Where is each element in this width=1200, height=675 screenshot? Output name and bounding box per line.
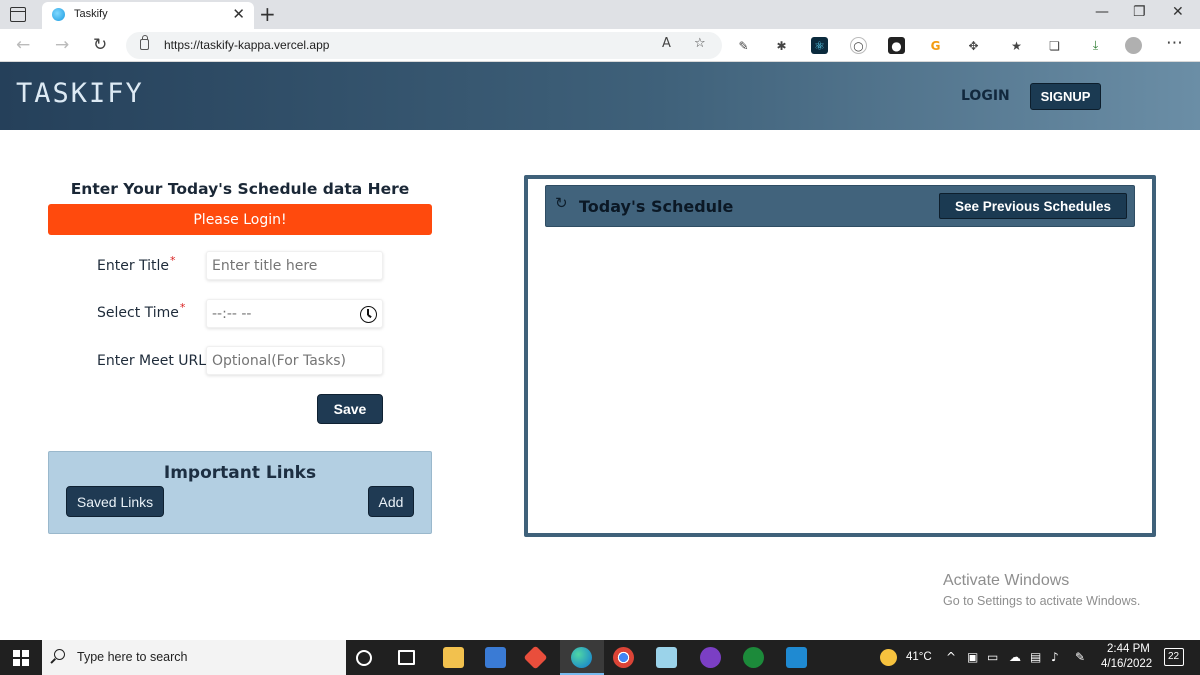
schedule-title: Today's Schedule	[579, 197, 734, 216]
git-icon[interactable]	[523, 645, 548, 670]
browser-tab-strip: Taskify ✕ + — ❐ ✕	[0, 0, 1200, 29]
vscode-icon[interactable]	[786, 647, 807, 668]
schedule-header: ↻ Today's Schedule See Previous Schedule…	[545, 185, 1135, 227]
task-view-icon[interactable]	[398, 650, 415, 665]
edge-taskbar-active[interactable]	[560, 640, 604, 675]
tab-title: Taskify	[74, 8, 108, 20]
activate-windows-subtitle: Go to Settings to activate Windows.	[943, 594, 1141, 608]
onedrive-icon[interactable]: ☁	[1009, 650, 1021, 664]
refresh-icon[interactable]: ↻	[555, 194, 568, 212]
browser-tab-taskify[interactable]: Taskify ✕	[42, 2, 254, 29]
windows-start-icon[interactable]	[13, 650, 29, 666]
clock-icon[interactable]	[360, 306, 377, 323]
tab-actions-icon[interactable]	[10, 7, 26, 22]
github-desktop-icon[interactable]	[700, 647, 721, 668]
extensions-icon[interactable]: ✥	[965, 37, 982, 54]
taskbar-search[interactable]: Type here to search	[42, 640, 346, 675]
battery-icon[interactable]: ▭	[987, 650, 998, 664]
browser-toolbar: ← → ↻ https://taskify-kappa.vercel.app A…	[0, 29, 1200, 62]
weather-icon[interactable]	[880, 649, 897, 666]
lock-icon[interactable]	[140, 35, 149, 50]
activate-windows-title: Activate Windows	[943, 572, 1070, 589]
github-extension-icon[interactable]: ●	[888, 37, 905, 54]
meet-url-placeholder: Optional(For Tasks)	[212, 353, 346, 369]
back-button[interactable]: ←	[16, 35, 30, 55]
minimize-button[interactable]: —	[1095, 4, 1109, 20]
read-aloud-icon[interactable]: A	[662, 36, 671, 51]
edge-icon	[571, 647, 592, 668]
chrome-icon[interactable]	[613, 647, 634, 668]
microsoft-store-icon[interactable]	[485, 647, 506, 668]
grammar-extension-icon[interactable]: G	[927, 37, 944, 54]
saved-links-button[interactable]: Saved Links	[66, 486, 164, 517]
schedule-panel: ↻ Today's Schedule See Previous Schedule…	[524, 175, 1156, 537]
time-input[interactable]: --:-- --	[206, 299, 383, 328]
time-label: Select Time*	[97, 301, 186, 321]
pen-icon[interactable]: ✎	[1075, 650, 1085, 664]
notification-count: 22	[1168, 651, 1180, 662]
signup-button[interactable]: SIGNUP	[1030, 83, 1101, 110]
title-input-placeholder: Enter title here	[212, 258, 318, 274]
restore-button[interactable]: ❐	[1133, 4, 1146, 20]
weather-temperature[interactable]: 41°C	[906, 651, 932, 663]
notifications-icon[interactable]: 22	[1164, 648, 1184, 666]
form-heading: Enter Your Today's Schedule data Here	[70, 180, 410, 198]
title-label: Enter Title*	[97, 254, 176, 274]
bug-extension-icon[interactable]: ✱	[773, 37, 790, 54]
important-links-title: Important Links	[163, 463, 317, 483]
address-bar[interactable]: https://taskify-kappa.vercel.app A ☆	[126, 32, 722, 59]
new-tab-button[interactable]: +	[259, 2, 276, 26]
color-picker-extension-icon[interactable]: ✎	[735, 37, 752, 54]
meet-url-label: Enter Meet URL	[97, 353, 207, 369]
downloads-icon[interactable]: ⤓	[1087, 37, 1104, 54]
file-explorer-icon[interactable]	[443, 647, 464, 668]
close-window-button[interactable]: ✕	[1172, 4, 1184, 20]
settings-menu-button[interactable]: ⋯	[1166, 33, 1183, 53]
save-button[interactable]: Save	[317, 394, 383, 424]
collections-icon[interactable]: ❏	[1046, 37, 1063, 54]
login-alert: Please Login!	[48, 204, 432, 235]
taskbar-search-placeholder: Type here to search	[77, 650, 188, 664]
add-link-button[interactable]: Add	[368, 486, 414, 517]
previous-schedules-button[interactable]: See Previous Schedules	[939, 193, 1127, 219]
mongodb-icon[interactable]	[743, 647, 764, 668]
forward-button[interactable]: →	[55, 35, 69, 55]
clock-date[interactable]: 4/16/2022	[1101, 658, 1152, 670]
time-input-placeholder: --:-- --	[212, 306, 252, 322]
brand-logo[interactable]: TASKIFY	[16, 78, 144, 109]
url-text[interactable]: https://taskify-kappa.vercel.app	[164, 38, 329, 52]
windows-taskbar: Type here to search 41°C ^ ▣ ▭ ☁ ▤ ♪ ✎ 2…	[0, 640, 1200, 675]
meet-url-input[interactable]: Optional(For Tasks)	[206, 346, 383, 375]
favorites-icon[interactable]: ★	[1008, 37, 1025, 54]
taskify-favicon-icon	[52, 8, 65, 21]
meet-now-icon[interactable]: ▣	[967, 650, 978, 664]
timer-extension-icon[interactable]: ○	[850, 37, 867, 54]
required-mark: *	[170, 254, 176, 267]
tab-close-icon[interactable]: ✕	[232, 5, 245, 23]
profile-avatar[interactable]	[1125, 37, 1142, 54]
search-icon	[54, 649, 65, 660]
react-devtools-extension-icon[interactable]: ⚛	[811, 37, 828, 54]
site-header: TASKIFY LOGIN SIGNUP	[0, 62, 1200, 130]
tray-overflow-icon[interactable]: ^	[946, 650, 956, 664]
volume-icon[interactable]: ♪	[1051, 650, 1059, 664]
refresh-button[interactable]: ↻	[93, 35, 107, 55]
title-input[interactable]: Enter title here	[206, 251, 383, 280]
cortana-icon[interactable]	[356, 650, 372, 666]
important-links-panel: Important Links Saved Links Add	[48, 451, 432, 534]
clock-time[interactable]: 2:44 PM	[1107, 643, 1150, 655]
notepad-icon[interactable]	[656, 647, 677, 668]
required-mark: *	[179, 301, 186, 314]
login-link[interactable]: LOGIN	[961, 88, 1010, 104]
network-icon[interactable]: ▤	[1030, 650, 1041, 664]
favorite-add-icon[interactable]: ☆	[694, 36, 706, 51]
